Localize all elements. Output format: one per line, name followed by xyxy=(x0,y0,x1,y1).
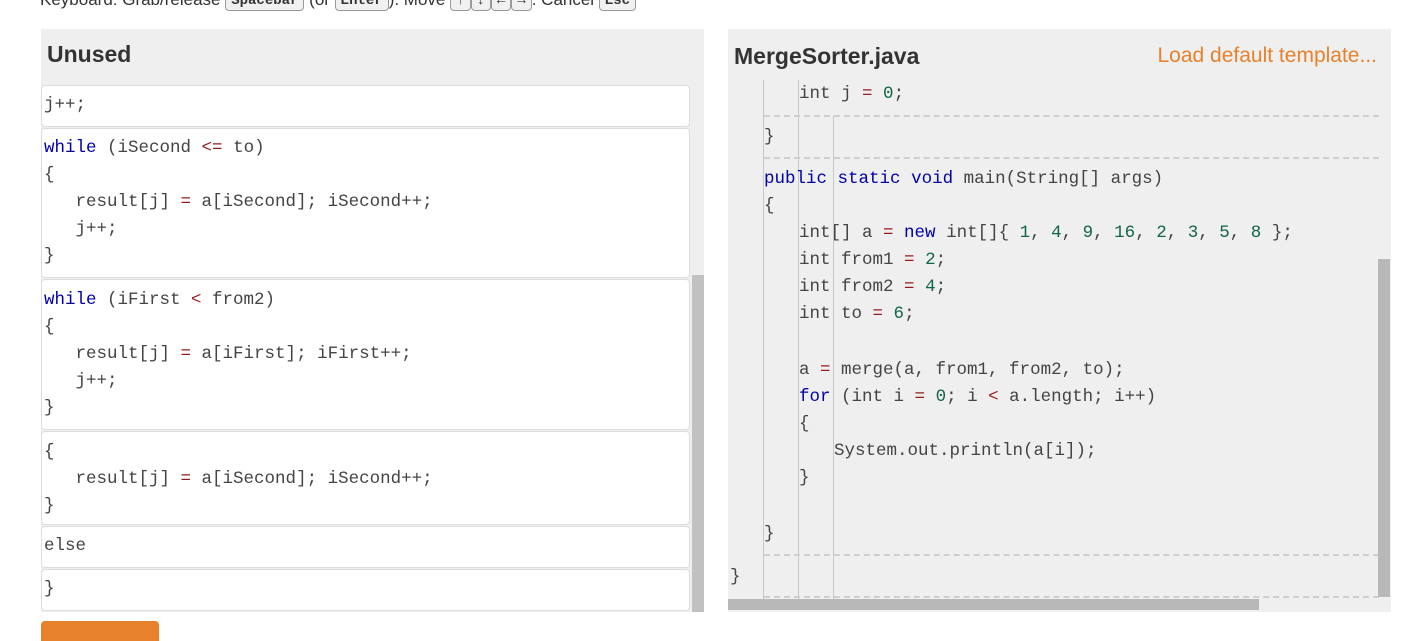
code-line[interactable]: int j = 0; xyxy=(799,81,904,108)
instructions-mid1: (or xyxy=(304,0,334,9)
code-line: { xyxy=(44,165,55,185)
drop-separator xyxy=(764,596,1379,598)
key-down: ↓ xyxy=(470,0,491,11)
key-spacebar: Spacebar xyxy=(225,0,305,11)
key-left: ← xyxy=(490,0,512,11)
key-esc: Esc xyxy=(598,0,637,11)
key-enter: Enter xyxy=(334,0,389,11)
code-line: } xyxy=(44,246,55,266)
code-line: result[j] = a[iSecond]; iSecond++; xyxy=(44,192,433,212)
code-block-while-isecond[interactable]: while (iSecond <= to) { result[j] = a[iS… xyxy=(41,128,690,278)
unused-panel: Unused j++; while (iSecond <= to) { resu… xyxy=(41,29,704,612)
key-right: → xyxy=(511,0,532,11)
editor-title: MergeSorter.java xyxy=(734,43,920,69)
code-line[interactable]: System.out.println(a[i]); xyxy=(834,438,1097,465)
key-up: ↑ xyxy=(450,0,471,11)
unused-scrollbar[interactable] xyxy=(692,275,704,612)
code-line[interactable]: } xyxy=(799,465,810,492)
code-line: } xyxy=(44,579,55,599)
code-line: j++; xyxy=(44,219,118,239)
code-line[interactable]: { xyxy=(799,411,810,438)
code-line: result[j] = a[iFirst]; iFirst++; xyxy=(44,344,412,364)
code-line: } xyxy=(44,496,55,516)
code-block-else-body[interactable]: { result[j] = a[iSecond]; iSecond++; } xyxy=(41,431,690,525)
editor-vertical-scrollbar[interactable] xyxy=(1378,259,1390,597)
code-line: { xyxy=(44,442,55,462)
code-line[interactable]: public static void main(String[] args) xyxy=(764,166,1163,193)
code-line[interactable]: a = merge(a, from1, from2, to); xyxy=(799,357,1125,384)
code-line: while (iFirst < from2) xyxy=(44,290,276,310)
code-line[interactable]: for (int i = 0; i < a.length; i++) xyxy=(799,384,1156,411)
code-line[interactable]: int[] a = new int[]{ 1, 4, 9, 16, 2, 3, … xyxy=(799,220,1293,247)
code-line[interactable]: int to = 6; xyxy=(799,301,915,328)
code-line: j++; xyxy=(44,95,87,115)
code-line: result[j] = a[iSecond]; iSecond++; xyxy=(44,469,433,489)
code-line[interactable]: } xyxy=(764,521,775,548)
code-block-j-increment[interactable]: j++; xyxy=(41,85,690,127)
code-line: { xyxy=(44,317,55,337)
code-block-while-ifirst[interactable]: while (iFirst < from2) { result[j] = a[i… xyxy=(41,279,690,430)
code-line: j++; xyxy=(44,371,118,391)
drop-separator xyxy=(764,115,1379,117)
load-template-link[interactable]: Load default template... xyxy=(1158,44,1378,68)
code-block-closing-brace[interactable]: } xyxy=(41,569,690,611)
editor-horizontal-scrollbar[interactable] xyxy=(728,599,1259,610)
drop-separator xyxy=(764,157,1379,159)
unused-title: Unused xyxy=(47,41,132,67)
code-line[interactable]: } xyxy=(764,124,775,151)
code-line[interactable]: { xyxy=(764,193,775,220)
instructions-prefix: Keyboard: Grab/release xyxy=(40,0,225,9)
drop-separator xyxy=(764,554,1379,556)
editor-panel[interactable]: MergeSorter.java Load default template..… xyxy=(728,29,1391,612)
code-line[interactable]: int from1 = 2; xyxy=(799,247,946,274)
code-line: else xyxy=(44,536,87,556)
code-line[interactable]: int from2 = 4; xyxy=(799,274,946,301)
instructions-mid2: ). Move xyxy=(389,0,450,9)
instructions-mid3: . Cancel xyxy=(532,0,599,9)
code-block-else[interactable]: else xyxy=(41,526,690,568)
code-line: } xyxy=(44,398,55,418)
submit-button[interactable] xyxy=(41,621,159,641)
code-line[interactable]: } xyxy=(730,564,741,591)
keyboard-instructions: Keyboard: Grab/release Spacebar (or Ente… xyxy=(40,0,637,12)
code-line: while (iSecond <= to) xyxy=(44,138,265,158)
